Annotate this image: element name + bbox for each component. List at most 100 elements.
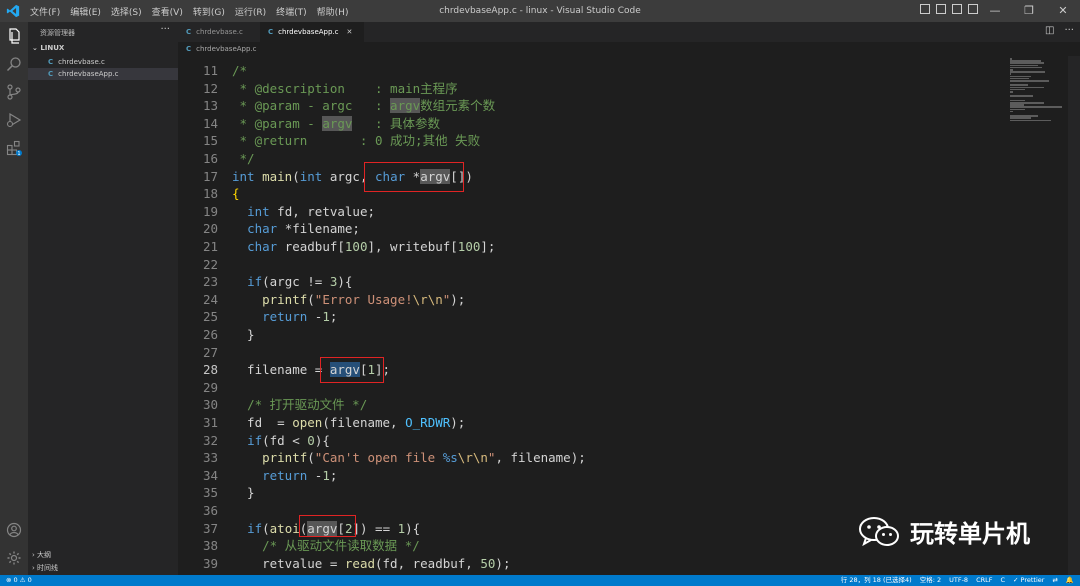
code-token: \r\n	[457, 450, 488, 466]
cursor-position[interactable]: 行 28，列 18 (已选择4)	[841, 575, 912, 586]
code-token: return	[262, 467, 308, 483]
menu-item[interactable]: 运行(R)	[235, 5, 266, 18]
code-token: 数组元素个数	[420, 98, 496, 114]
line-number: 34	[202, 467, 218, 483]
encoding[interactable]: UTF-8	[949, 575, 968, 586]
code-text: char *filename;	[232, 220, 360, 238]
tab-chrdevbase[interactable]: Cchrdevbase.c	[178, 22, 260, 42]
timeline-section[interactable]: › 时间线	[32, 563, 58, 573]
code-token: }	[232, 327, 255, 342]
vertical-scrollbar[interactable]	[1068, 56, 1080, 575]
code-token: (argc !=	[262, 274, 330, 290]
problems-indicator[interactable]: ⊗ 0 ⚠ 0	[6, 575, 32, 586]
menu-item[interactable]: 查看(V)	[152, 5, 183, 18]
code-token: (	[307, 291, 315, 307]
tab-label: chrdevbase.c	[196, 28, 243, 36]
more-actions-icon[interactable]: ···	[1064, 25, 1074, 36]
settings-gear-icon[interactable]	[6, 550, 22, 566]
code-line: 21 char readbuf[100], writebuf[100];	[178, 238, 998, 256]
line-ending[interactable]: CRLF	[976, 575, 992, 586]
menu-item[interactable]: 文件(F)	[30, 5, 60, 18]
code-line: 28 filename = argv[1];	[178, 361, 998, 379]
code-token: 50	[480, 555, 496, 571]
code-token: readbuf[	[277, 239, 345, 254]
line-number: 17	[202, 168, 218, 184]
indentation[interactable]: 空格: 2	[920, 575, 941, 586]
line-number: 23	[202, 274, 218, 290]
folder-name: LINUX	[40, 44, 65, 52]
code-token: 1	[322, 309, 330, 325]
toggle-secondary-sidebar-icon[interactable]	[952, 4, 962, 14]
code-token: fd, retvalue;	[269, 203, 375, 219]
line-number: 19	[202, 203, 218, 219]
toggle-panel-icon[interactable]	[936, 4, 946, 14]
code-text: return -1;	[232, 467, 337, 485]
explorer-icon[interactable]	[6, 28, 22, 44]
minimap-line	[1010, 71, 1046, 73]
toggle-primary-sidebar-icon[interactable]	[920, 4, 930, 14]
menu-item[interactable]: 终端(T)	[276, 5, 307, 18]
close-window-button[interactable]: ✕	[1046, 0, 1080, 22]
code-text: retvalue = read(fd, readbuf, 50);	[232, 555, 510, 573]
code-token: : 具体参数	[352, 115, 441, 131]
source-control-icon[interactable]	[6, 84, 22, 100]
minimap[interactable]	[1006, 56, 1066, 126]
language-mode[interactable]: C	[1000, 575, 1005, 586]
split-editor-icon[interactable]: ◫	[1045, 25, 1054, 36]
menu-item[interactable]: 编辑(E)	[70, 5, 101, 18]
breadcrumb[interactable]: CchrdevbaseApp.c	[178, 42, 1080, 56]
code-token: );	[450, 415, 466, 430]
code-token: /* 从驱动文件读取数据 */	[262, 538, 420, 554]
code-editor[interactable]: 11/* 12 * @description : main主程序 13 * @par…	[178, 62, 998, 575]
file-item[interactable]: Cchrdevbase.c	[28, 56, 178, 68]
file-item-active[interactable]: CchrdevbaseApp.c	[28, 68, 178, 80]
search-icon[interactable]	[6, 56, 22, 72]
code-token: /*	[232, 63, 248, 78]
code-token: 100	[457, 239, 481, 254]
code-token: ]) ==	[352, 520, 398, 536]
line-number: 32	[202, 432, 218, 448]
code-token: printf	[262, 450, 308, 466]
restore-button[interactable]: ❐	[1012, 0, 1046, 22]
code-line: 24 printf("Error Usage!\r\n");	[178, 291, 998, 309]
tab-chrdevbaseapp[interactable]: CchrdevbaseApp.c ✕	[260, 22, 364, 42]
code-token: int	[299, 168, 323, 184]
code-text: * @param - argv : 具体参数	[232, 115, 440, 133]
editor-tab-bar: Cchrdevbase.c CchrdevbaseApp.c ✕ ◫ ···	[178, 22, 1080, 42]
folder-linux[interactable]: ⌄ LINUX	[32, 44, 64, 52]
code-line: 15 * @return : 0 成功;其他 失败	[178, 132, 998, 150]
line-number: 28	[202, 362, 218, 378]
run-debug-icon[interactable]	[6, 112, 22, 128]
notifications-icon[interactable]: 🔔	[1066, 575, 1074, 586]
code-token: ){	[314, 432, 330, 448]
code-line: 33 printf("Can't open file %s\r\n", file…	[178, 449, 998, 467]
code-text: * @return : 0 成功;其他 失败	[232, 132, 481, 150]
menu-item[interactable]: 帮助(H)	[317, 5, 349, 18]
code-token: (	[307, 450, 315, 466]
menu-item[interactable]: 选择(S)	[111, 5, 142, 18]
more-actions-button[interactable]: ···	[160, 24, 170, 35]
breadcrumb-file: chrdevbaseApp.c	[196, 45, 257, 53]
code-token: (fd, readbuf,	[375, 555, 481, 571]
explorer-sidebar: 资源管理器 ··· ⌄ LINUX Cchrdevbase.c Cchrdevb…	[28, 22, 178, 575]
live-share-icon[interactable]: ⇄	[1052, 575, 1057, 586]
line-number: 21	[202, 239, 218, 254]
extensions-icon[interactable]: 1	[6, 140, 22, 156]
line-number: 25	[202, 309, 218, 325]
line-number: 24	[202, 291, 218, 307]
prettier-status[interactable]: ✓ Prettier	[1013, 575, 1044, 586]
code-line: 39 retvalue = read(fd, readbuf, 50);	[178, 555, 998, 573]
close-tab-icon[interactable]: ✕	[347, 28, 353, 36]
code-token: read	[344, 555, 375, 571]
minimize-button[interactable]: —	[978, 0, 1012, 22]
customize-layout-icon[interactable]	[968, 4, 978, 14]
file-name: chrdevbase.c	[58, 58, 105, 66]
account-icon[interactable]	[6, 522, 22, 538]
outline-section[interactable]: › 大纲	[32, 550, 51, 560]
menu-item[interactable]: 转到(G)	[193, 5, 225, 18]
code-token: ;	[329, 309, 338, 325]
code-token: (filename,	[322, 415, 406, 430]
line-number: 31	[202, 415, 218, 430]
